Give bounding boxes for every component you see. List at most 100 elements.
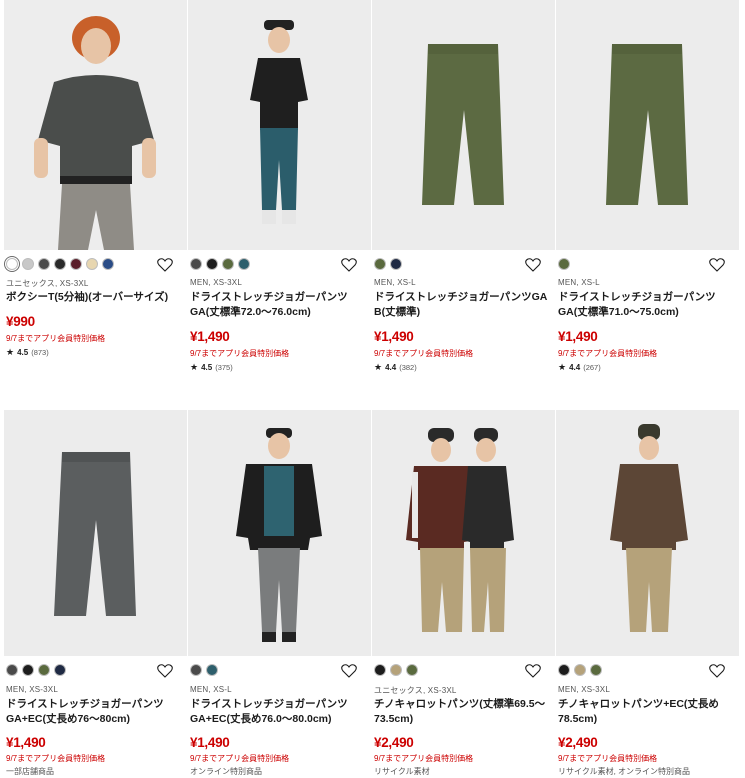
product-meta: MEN, XS-3XL (558, 685, 610, 694)
review-count: (375) (215, 363, 233, 372)
color-swatch[interactable] (206, 664, 218, 676)
favorite-heart-icon[interactable] (341, 663, 357, 678)
promo-text: 9/7までアプリ会員特別価格 (374, 349, 474, 358)
product-name[interactable]: ドライストレッチジョガーパンツGA+EC(丈長め76.0〜80.0cm) (190, 697, 366, 727)
promo-text: 9/7までアプリ会員特別価格 (374, 754, 474, 763)
color-swatch[interactable] (390, 664, 402, 676)
star-icon: ★ (558, 362, 567, 372)
product-card[interactable]: ユニセックス, XS-3XL チノキャロットパンツ(丈標準69.5〜73.5cm… (372, 410, 555, 778)
product-price: ¥990 (6, 314, 35, 329)
color-swatches (190, 257, 250, 271)
product-meta: ユニセックス, XS-3XL (6, 279, 89, 288)
color-swatch[interactable] (374, 258, 386, 270)
favorite-heart-icon[interactable] (157, 257, 173, 272)
promo-text: 9/7までアプリ会員特別価格 (6, 754, 106, 763)
color-swatch[interactable] (70, 258, 82, 270)
color-swatch[interactable] (590, 664, 602, 676)
color-swatch[interactable] (86, 258, 98, 270)
product-card[interactable]: MEN, XS-L ドライストレッチジョガーパンツGA+EC(丈長め76.0〜8… (188, 410, 371, 778)
product-name[interactable]: ドライストレッチジョガーパンツGA(丈標準71.0〜75.0cm) (558, 290, 734, 320)
product-price: ¥1,490 (558, 329, 598, 344)
product-card[interactable]: MEN, XS-3XL ドライストレッチジョガーパンツGA+EC(丈長め76〜8… (4, 410, 187, 778)
color-swatch[interactable] (390, 258, 402, 270)
product-card[interactable]: ユニセックス, XS-3XL ボクシーT(5分袖)(オーバーサイズ) ¥990 … (4, 0, 187, 370)
rating-value: 4.4 (385, 363, 397, 372)
product-meta: MEN, XS-3XL (6, 685, 58, 694)
product-name[interactable]: ドライストレッチジョガーパンツGA(丈標準72.0〜76.0cm) (190, 290, 366, 320)
star-icon: ★ (190, 362, 199, 372)
star-icon: ★ (374, 362, 383, 372)
product-price: ¥2,490 (374, 735, 414, 750)
rating: ★ 4.5 (375) (190, 362, 233, 373)
color-swatch[interactable] (406, 664, 418, 676)
favorite-heart-icon[interactable] (525, 663, 541, 678)
promo-text: 9/7までアプリ会員特別価格 (558, 349, 658, 358)
color-swatch[interactable] (38, 258, 50, 270)
color-swatches (6, 257, 114, 271)
color-swatch[interactable] (22, 258, 34, 270)
product-price: ¥1,490 (190, 735, 230, 750)
product-meta: MEN, XS-3XL (190, 278, 242, 287)
color-swatch[interactable] (238, 258, 250, 270)
product-image[interactable] (188, 410, 371, 656)
color-swatch[interactable] (574, 664, 586, 676)
color-swatches (190, 663, 218, 677)
product-card[interactable]: MEN, XS-3XL ドライストレッチジョガーパンツGA(丈標準72.0〜76… (188, 0, 371, 373)
product-tag: リサイクル素材 (374, 767, 430, 776)
color-swatches (374, 257, 402, 271)
color-swatch[interactable] (190, 258, 202, 270)
rating: ★ 4.4 (382) (374, 362, 417, 373)
color-swatch[interactable] (54, 258, 66, 270)
rating-value: 4.5 (201, 363, 213, 372)
product-card[interactable]: MEN, XS-3XL チノキャロットパンツ+EC(丈長め78.5cm) ¥2,… (556, 410, 739, 778)
rating: ★ 4.5 (873) (6, 347, 49, 358)
rating: ★ 4.4 (267) (558, 362, 601, 373)
product-name[interactable]: チノキャロットパンツ(丈標準69.5〜73.5cm) (374, 697, 550, 727)
product-image[interactable] (4, 0, 187, 250)
product-name[interactable]: チノキャロットパンツ+EC(丈長め78.5cm) (558, 697, 734, 727)
product-image[interactable] (556, 0, 739, 250)
color-swatch[interactable] (558, 664, 570, 676)
color-swatch[interactable] (374, 664, 386, 676)
favorite-heart-icon[interactable] (525, 257, 541, 272)
color-swatch[interactable] (102, 258, 114, 270)
favorite-heart-icon[interactable] (709, 257, 725, 272)
product-meta: MEN, XS-L (190, 685, 232, 694)
product-image[interactable] (188, 0, 371, 250)
color-swatches (558, 663, 602, 677)
color-swatch[interactable] (6, 258, 18, 270)
color-swatches (374, 663, 418, 677)
color-swatch[interactable] (222, 258, 234, 270)
product-price: ¥1,490 (6, 735, 46, 750)
product-image[interactable] (556, 410, 739, 656)
promo-text: 9/7までアプリ会員特別価格 (190, 349, 290, 358)
color-swatch[interactable] (206, 258, 218, 270)
product-image[interactable] (4, 410, 187, 656)
promo-text: 9/7までアプリ会員特別価格 (558, 754, 658, 763)
review-count: (382) (399, 363, 417, 372)
product-image[interactable] (372, 410, 555, 656)
color-swatch[interactable] (190, 664, 202, 676)
product-tag: オンライン特別商品 (190, 767, 262, 776)
color-swatch[interactable] (6, 664, 18, 676)
product-card[interactable]: MEN, XS-L ドライストレッチジョガーパンツGA(丈標準71.0〜75.0… (556, 0, 739, 373)
product-name[interactable]: ボクシーT(5分袖)(オーバーサイズ) (6, 290, 182, 305)
color-swatch[interactable] (38, 664, 50, 676)
color-swatch[interactable] (54, 664, 66, 676)
favorite-heart-icon[interactable] (157, 663, 173, 678)
color-swatch[interactable] (558, 258, 570, 270)
star-icon: ★ (6, 347, 15, 357)
product-name[interactable]: ドライストレッチジョガーパンツGA B(丈標準) (374, 290, 550, 320)
product-tag: 一部店舗商品 (6, 767, 54, 776)
product-image[interactable] (372, 0, 555, 250)
rating-value: 4.4 (569, 363, 581, 372)
review-count: (267) (583, 363, 601, 372)
favorite-heart-icon[interactable] (341, 257, 357, 272)
product-tag: リサイクル素材, オンライン特別商品 (558, 767, 691, 776)
product-meta: MEN, XS-L (558, 278, 600, 287)
favorite-heart-icon[interactable] (709, 663, 725, 678)
color-swatches (6, 663, 66, 677)
product-name[interactable]: ドライストレッチジョガーパンツGA+EC(丈長め76〜80cm) (6, 697, 182, 727)
product-card[interactable]: MEN, XS-L ドライストレッチジョガーパンツGA B(丈標準) ¥1,49… (372, 0, 555, 373)
color-swatch[interactable] (22, 664, 34, 676)
